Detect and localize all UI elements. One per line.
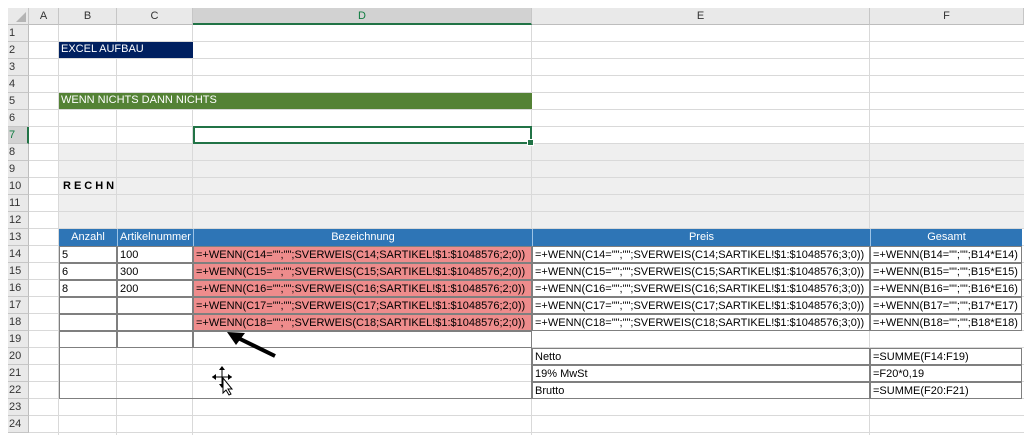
gridline	[29, 58, 1024, 59]
row-header-20[interactable]: 20	[8, 348, 29, 365]
gridline	[29, 160, 1024, 161]
row-header-10[interactable]: 10	[8, 178, 29, 195]
row-header-18[interactable]: 18	[8, 314, 29, 331]
row-header-16[interactable]: 16	[8, 280, 29, 297]
subtitle-banner: WENN NICHTS DANN NICHTS	[59, 93, 532, 109]
cell-anzahl[interactable]: 8	[59, 280, 117, 297]
empty-cell[interactable]	[117, 331, 193, 348]
row-header-3[interactable]: 3	[8, 59, 29, 76]
gridline	[29, 194, 1024, 195]
cell-artikel[interactable]: 200	[117, 280, 193, 297]
row-header-21[interactable]: 21	[8, 365, 29, 382]
cell-bezeichnung[interactable]: =+WENN(C15="";"";SVERWEIS(C15;SARTIKEL!$…	[193, 263, 532, 280]
title-banner: EXCEL AUFBAU	[59, 42, 193, 58]
header-artikelnummer: Artikelnummer	[117, 229, 193, 246]
cell-gesamt[interactable]: =+WENN(B18="";"";B18*E18)	[870, 314, 1022, 331]
row-header-8[interactable]: 8	[8, 144, 29, 161]
row-header-4[interactable]: 4	[8, 76, 29, 93]
row-header-19[interactable]: 19	[8, 331, 29, 348]
brutto-label[interactable]: Brutto	[532, 382, 870, 399]
netto-label[interactable]: Netto	[532, 348, 870, 365]
select-all-button[interactable]	[8, 8, 29, 25]
arrow-icon	[227, 332, 276, 358]
cell-bezeichnung[interactable]: =+WENN(C17="";"";SVERWEIS(C17;SARTIKEL!$…	[193, 297, 532, 314]
row-header-6[interactable]: 6	[8, 110, 29, 127]
row-header-13[interactable]: 13	[8, 229, 29, 246]
netto-formula[interactable]: =SUMME(F14:F19)	[870, 348, 1022, 365]
column-header-c[interactable]: C	[117, 8, 193, 25]
mwst-formula[interactable]: =F20*0,19	[870, 365, 1022, 382]
gridline	[29, 432, 1024, 433]
spreadsheet[interactable]: A B C D E F 1 2 3 4 5 6 7 8 9 10 11 12 13 14 15 16 17 18 1…	[0, 0, 1024, 435]
cell-preis[interactable]: =+WENN(C16="";"";SVERWEIS(C16;SARTIKEL!$…	[532, 280, 870, 297]
row-header-2[interactable]: 2	[8, 42, 29, 59]
gridline	[29, 177, 1024, 178]
row-header-17[interactable]: 17	[8, 297, 29, 314]
cell-preis[interactable]: =+WENN(C18="";"";SVERWEIS(C18;SARTIKEL!$…	[532, 314, 870, 331]
cell-artikel[interactable]: 300	[117, 263, 193, 280]
row-header-22[interactable]: 22	[8, 382, 29, 399]
row-header-23[interactable]: 23	[8, 399, 29, 416]
column-header-e[interactable]: E	[532, 8, 870, 25]
cell-artikel[interactable]	[117, 314, 193, 331]
cell-artikel[interactable]	[117, 297, 193, 314]
mwst-label[interactable]: 19% MwSt	[532, 365, 870, 382]
column-header-b[interactable]: B	[59, 8, 117, 25]
brutto-formula[interactable]: =SUMME(F20:F21)	[870, 382, 1022, 399]
cell-artikel[interactable]: 100	[117, 246, 193, 263]
row-header-9[interactable]: 9	[8, 161, 29, 178]
cell-gesamt[interactable]: =+WENN(B17="";"";B17*E17)	[870, 297, 1022, 314]
gray-header-area	[59, 144, 1024, 228]
row-header-24[interactable]: 24	[8, 416, 29, 433]
header-preis: Preis	[532, 229, 870, 246]
cell-anzahl[interactable]: 6	[59, 263, 117, 280]
cell-anzahl[interactable]: 5	[59, 246, 117, 263]
row-header-1[interactable]: 1	[8, 25, 29, 42]
header-bezeichnung: Bezeichnung	[193, 229, 532, 246]
gridline	[29, 415, 1024, 416]
header-anzahl: Anzahl	[59, 229, 117, 246]
cell-bezeichnung[interactable]: =+WENN(C16="";"";SVERWEIS(C16;SARTIKEL!$…	[193, 280, 532, 297]
row-header-11[interactable]: 11	[8, 195, 29, 212]
header-gesamt: Gesamt	[870, 229, 1022, 246]
cell-anzahl[interactable]	[59, 297, 117, 314]
row-header-15[interactable]: 15	[8, 263, 29, 280]
cell-preis[interactable]: =+WENN(C15="";"";SVERWEIS(C15;SARTIKEL!$…	[532, 263, 870, 280]
column-header-d[interactable]: D	[193, 8, 532, 25]
row-header-5[interactable]: 5	[8, 93, 29, 110]
table-frame-left	[59, 348, 532, 399]
gridline	[29, 211, 1024, 212]
cell-gesamt[interactable]: =+WENN(B14="";"";B14*E14)	[870, 246, 1022, 263]
cell-bezeichnung[interactable]: =+WENN(C14="";"";SVERWEIS(C14;SARTIKEL!$…	[193, 246, 532, 263]
cell-preis[interactable]: =+WENN(C14="";"";SVERWEIS(C14;SARTIKEL!$…	[532, 246, 870, 263]
row-header-12[interactable]: 12	[8, 212, 29, 229]
selected-cell-d7[interactable]	[193, 126, 534, 146]
gridline	[29, 75, 1024, 76]
row-header-7[interactable]: 7	[8, 127, 29, 144]
row-header-14[interactable]: 14	[8, 246, 29, 263]
invoice-heading: RECHN	[63, 180, 118, 192]
cell-gesamt[interactable]: =+WENN(B16="";"";B16*E16)	[870, 280, 1022, 297]
cell-preis[interactable]: =+WENN(C17="";"";SVERWEIS(C17;SARTIKEL!$…	[532, 297, 870, 314]
cell-gesamt[interactable]: =+WENN(B15="";"";B15*E15)	[870, 263, 1022, 280]
column-header-f[interactable]: F	[870, 8, 1024, 25]
column-header-a[interactable]: A	[29, 8, 59, 25]
move-cursor-icon	[212, 366, 234, 396]
gridline	[29, 109, 1024, 110]
cell-anzahl[interactable]	[59, 314, 117, 331]
empty-cell[interactable]	[59, 331, 117, 348]
cell-bezeichnung[interactable]: =+WENN(C18="";"";SVERWEIS(C18;SARTIKEL!$…	[193, 314, 532, 331]
